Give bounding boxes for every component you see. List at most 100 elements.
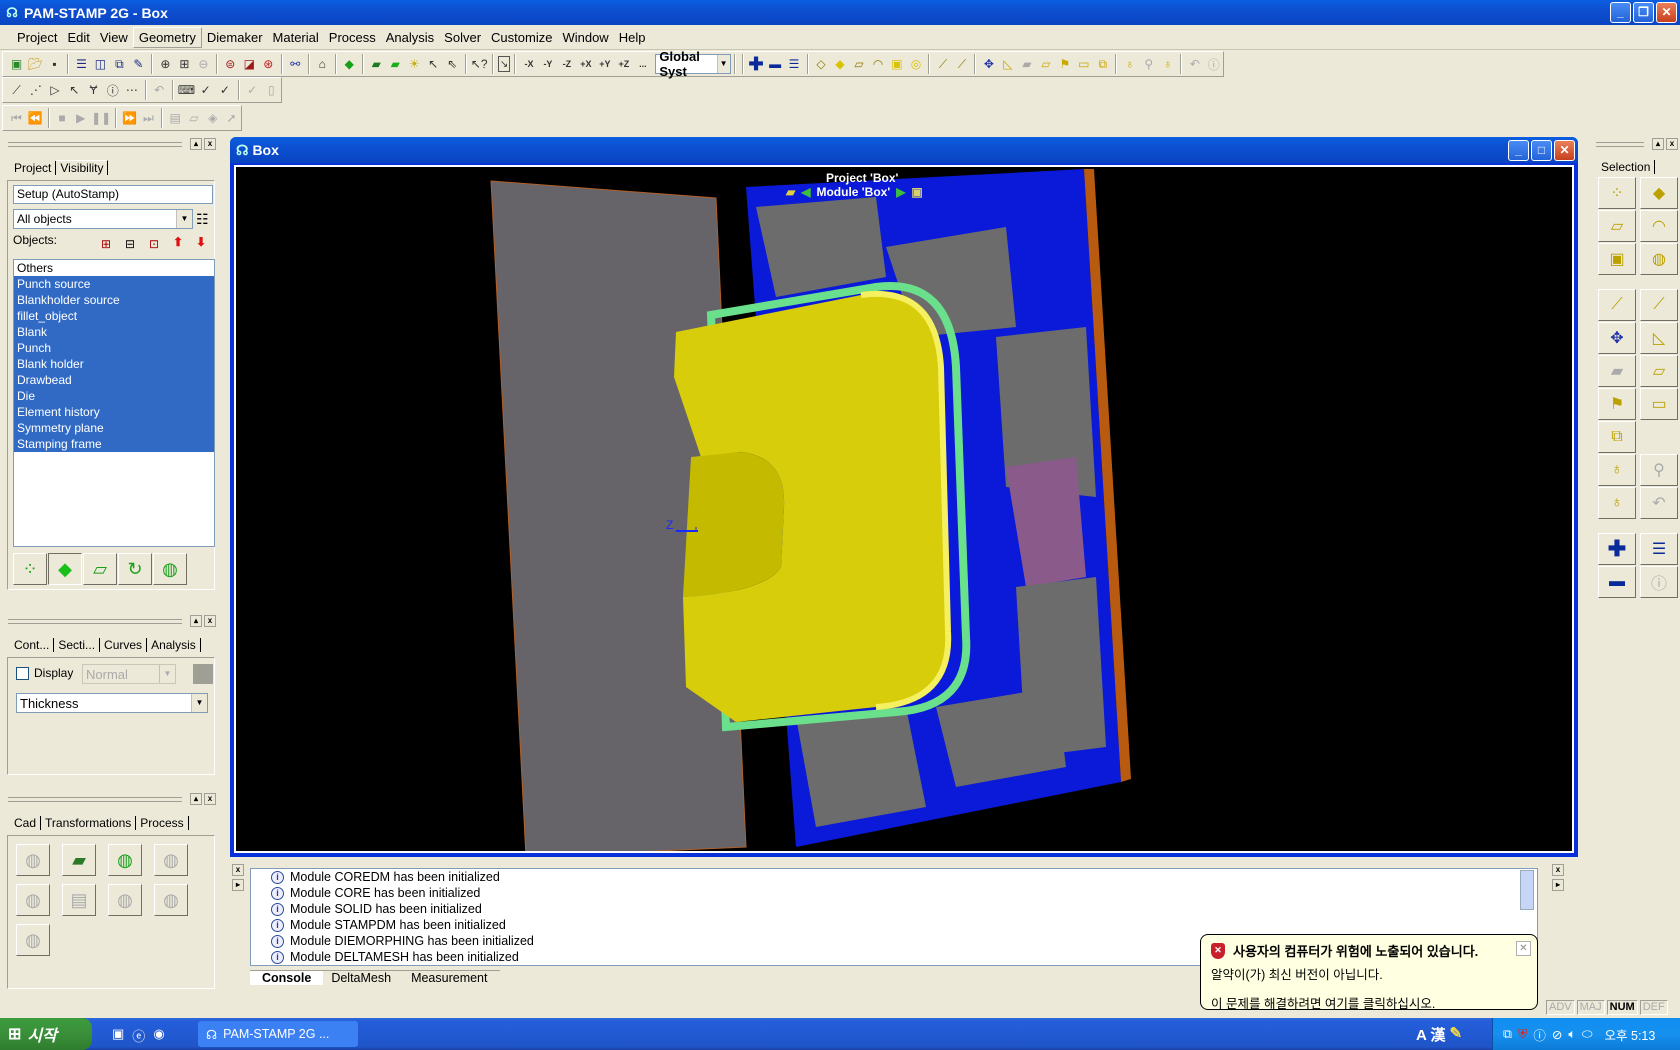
balloon-close-button[interactable]: ✕ [1516, 941, 1531, 956]
delete-icon[interactable]: ▯ [263, 79, 280, 101]
open-icon[interactable]: ▱ [186, 107, 203, 129]
fit-all-icon[interactable]: ◪ [241, 53, 258, 75]
edge-icon[interactable]: ▱ [851, 53, 868, 75]
rewind-icon[interactable]: ⏪ [27, 107, 44, 129]
menu-project[interactable]: Project [12, 28, 62, 47]
undo-sel-icon[interactable]: ♁ [1598, 454, 1636, 486]
multi-select-icon[interactable]: ⇖ [444, 53, 461, 75]
extrude-icon[interactable]: ▰ [62, 844, 96, 876]
cad-check-icon[interactable]: ◍ [16, 844, 50, 876]
child-maximize-button[interactable]: □ [1531, 140, 1552, 161]
show-desktop-icon[interactable]: ▣ [112, 1026, 124, 1045]
console-close-button[interactable]: x [232, 864, 244, 876]
plane-icon[interactable]: ▰ [1598, 355, 1636, 387]
replace-icon[interactable]: ☰ [1640, 533, 1678, 565]
stop-icon[interactable]: ■ [54, 107, 71, 129]
surface-op2-icon[interactable]: ◍ [108, 884, 142, 916]
panel-close-button[interactable]: x [204, 793, 216, 805]
polyline-icon[interactable]: ⋰ [27, 79, 44, 101]
edit-icon[interactable]: ✎ [130, 53, 147, 75]
menu-customize[interactable]: Customize [486, 28, 557, 47]
save-icon[interactable]: ▪ [46, 53, 63, 75]
query-object-icon[interactable]: ⊡ [149, 237, 159, 251]
shaded-icon[interactable]: ◆ [48, 553, 82, 585]
object-list-item[interactable]: Die [14, 388, 214, 404]
copy-icon[interactable]: ▤ [62, 884, 96, 916]
object-list-item[interactable]: Blank holder [14, 356, 214, 372]
check-icon[interactable]: ✓ [197, 79, 214, 101]
view-plus-z-icon[interactable]: +Z [615, 53, 632, 75]
menu-diemaker[interactable]: Diemaker [202, 28, 268, 47]
surface-icon[interactable]: ◍ [153, 553, 187, 585]
keyboard-icon[interactable]: ⌨ [178, 79, 195, 101]
tab-transformations[interactable]: Transformations [41, 816, 137, 830]
lock-icon[interactable]: ⚲ [1640, 454, 1678, 486]
view-minus-y-icon[interactable]: -Y [539, 53, 556, 75]
taskbar-app-pamstamp[interactable]: ☊ PAM-STAMP 2G ... [198, 1021, 358, 1047]
security-shield-icon[interactable]: ⛨ [1518, 1027, 1527, 1042]
panel-collapse-button[interactable]: ▴ [190, 138, 202, 150]
ime-tool-icon[interactable]: ✎ [1449, 1024, 1462, 1045]
security-balloon[interactable]: ✕ 사용자의 컴퓨터가 위험에 노출되어 있습니다. ✕ 알약이(가) 최신 버… [1200, 934, 1538, 1012]
object-list-item[interactable]: Symmetry plane [14, 420, 214, 436]
tab-measurement[interactable]: Measurement [399, 969, 500, 985]
tab-cad[interactable]: Cad [10, 816, 42, 830]
wireframe-icon[interactable]: ▱ [83, 553, 117, 585]
box-icon[interactable]: ▭ [1075, 53, 1092, 75]
menu-solver[interactable]: Solver [439, 28, 486, 47]
add-object-icon[interactable]: ⊞ [101, 237, 111, 251]
ruler-icon[interactable]: ◺ [1640, 322, 1678, 354]
undo-sel-icon[interactable]: ♁ [1121, 53, 1138, 75]
move-up-icon[interactable]: ⬆ [173, 235, 183, 249]
restore-button[interactable]: ❐ [1633, 2, 1654, 23]
object-list-item[interactable]: Stamping frame [14, 436, 214, 452]
display-mode-select[interactable]: Normal ▼ [82, 664, 176, 684]
pick-surface-icon[interactable]: ◍ [108, 844, 142, 876]
add-surface-icon[interactable]: ◍ [16, 924, 50, 956]
split-vertical-icon[interactable]: ◫ [92, 53, 109, 75]
select-nodes-icon[interactable]: ⁘ [1598, 177, 1636, 209]
tab-visibility[interactable]: Visibility [56, 160, 109, 175]
camera-icon[interactable]: ⌂ [314, 53, 331, 75]
cut-surface-icon[interactable]: ◍ [154, 844, 188, 876]
info-icon[interactable]: ⓘ [1640, 566, 1678, 598]
surface-op-icon[interactable]: ◍ [16, 884, 50, 916]
more-icon[interactable]: ⋯ [123, 79, 140, 101]
help-pointer-icon[interactable]: ↖? [471, 53, 488, 75]
view-more-icon[interactable]: ... [634, 53, 651, 75]
pause-icon[interactable]: ❚❚ [91, 107, 111, 129]
volume-icon[interactable]: 🔈︎ [1568, 1027, 1576, 1042]
face-icon[interactable]: ▱ [1037, 53, 1054, 75]
export-icon[interactable]: ➚ [223, 107, 240, 129]
new-project-icon[interactable]: ▣ [8, 53, 25, 75]
reset-view-icon[interactable]: ↘ [497, 56, 511, 72]
add-icon[interactable]: ✚ [748, 53, 765, 75]
move-down-icon[interactable]: ⬇ [196, 235, 206, 249]
right-dock-close-button[interactable]: x [1552, 864, 1564, 876]
start-button[interactable]: ⊞ 시작 [0, 1018, 92, 1050]
arc-icon[interactable]: ↖ [66, 79, 83, 101]
console-scrollbar[interactable] [1520, 870, 1534, 910]
close-button[interactable]: ✕ [1656, 2, 1677, 23]
nodes-icon[interactable]: ⁘ [13, 553, 47, 585]
remove-icon[interactable]: ▬ [767, 53, 784, 75]
blocked-icon[interactable]: ⊘ [1552, 1027, 1562, 1042]
coordinate-system-select[interactable]: Global Syst ▼ [655, 49, 731, 79]
zoom-box-icon[interactable]: ⊕ [157, 53, 174, 75]
child-minimize-button[interactable]: _ [1508, 140, 1529, 161]
select-surfaces-icon[interactable]: ◍ [1640, 243, 1678, 275]
menu-material[interactable]: Material [268, 28, 324, 47]
pick-line-icon[interactable]: ⟋ [953, 53, 970, 75]
child-close-button[interactable]: ✕ [1554, 140, 1575, 161]
transform-icon[interactable]: ✥ [980, 53, 997, 75]
minimize-button[interactable]: _ [1610, 2, 1631, 23]
check-add-icon[interactable]: ✓ [216, 79, 233, 101]
first-icon[interactable]: ⏮ [8, 107, 25, 129]
curves-icon[interactable]: ↻ [118, 553, 152, 585]
media-player-icon[interactable]: ◉ [153, 1026, 164, 1045]
balloon-line2[interactable]: 이 문제를 해결하려면 여기를 클릭하십시오. [1211, 993, 1527, 1012]
tab-console[interactable]: Console [250, 969, 324, 985]
next-module-icon[interactable]: ▶ [896, 185, 905, 199]
menu-help[interactable]: Help [614, 28, 651, 47]
polygon-icon[interactable]: ▷ [46, 79, 63, 101]
